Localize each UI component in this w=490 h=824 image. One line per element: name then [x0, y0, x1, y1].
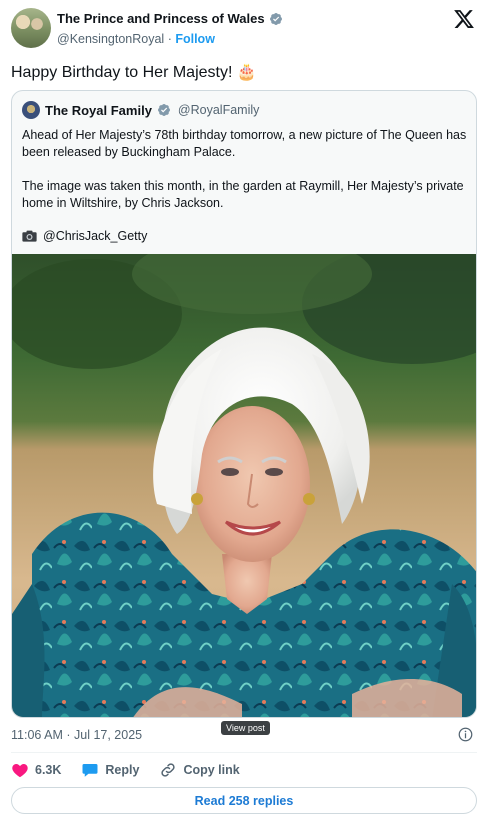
copy-link-button[interactable]: Copy link: [159, 761, 240, 779]
action-bar: 6.3K Reply Copy link: [11, 760, 240, 780]
divider: [11, 752, 477, 753]
photo-credit-handle[interactable]: @ChrisJack_Getty: [43, 229, 147, 243]
author-handle-line: @KensingtonRoyal · Follow: [57, 32, 215, 46]
x-logo-icon[interactable]: [453, 8, 475, 30]
copy-link-label: Copy link: [183, 763, 240, 777]
photo-credit: @ChrisJack_Getty: [22, 229, 147, 243]
author-name-line: The Prince and Princess of Wales: [57, 11, 283, 26]
tweet-header: The Prince and Princess of Wales @Kensin…: [11, 8, 479, 52]
quoted-author-avatar: [22, 101, 40, 119]
quoted-author-name: The Royal Family: [45, 102, 152, 118]
quoted-paragraph-1: Ahead of Her Majesty’s 78th birthday tom…: [22, 128, 467, 159]
quoted-tweet-body: Ahead of Her Majesty’s 78th birthday tom…: [22, 127, 470, 229]
author-handle[interactable]: @KensingtonRoyal: [57, 32, 164, 46]
author-name[interactable]: The Prince and Princess of Wales: [57, 11, 265, 26]
quoted-tweet[interactable]: The Royal Family @RoyalFamily Ahead of H…: [11, 90, 477, 718]
tweet-text: Happy Birthday to Her Majesty! 🎂: [11, 64, 257, 81]
read-replies-label: Read 258 replies: [194, 793, 294, 808]
reply-label: Reply: [105, 763, 140, 777]
camera-icon: [22, 230, 37, 242]
info-icon[interactable]: [458, 727, 473, 742]
portrait-photo[interactable]: [12, 254, 477, 718]
view-post-tooltip: View post: [221, 721, 270, 735]
quoted-author-handle: @RoyalFamily: [177, 103, 260, 117]
like-button[interactable]: 6.3K: [11, 761, 61, 779]
reply-bubble-icon: [82, 764, 98, 777]
heart-icon: [12, 764, 28, 778]
verified-badge-icon: [157, 104, 170, 116]
like-count: 6.3K: [35, 763, 62, 777]
link-icon: [161, 763, 176, 777]
author-avatar[interactable]: [11, 8, 51, 48]
read-replies-button[interactable]: Read 258 replies: [11, 787, 477, 814]
quoted-paragraph-2: The image was taken this month, in the g…: [22, 179, 464, 210]
verified-badge-icon: [269, 12, 282, 25]
handle-separator: ·: [167, 32, 172, 46]
follow-button[interactable]: Follow: [175, 32, 215, 46]
reply-button[interactable]: Reply: [81, 761, 139, 779]
timestamp[interactable]: 11:06 AM · Jul 17, 2025: [11, 728, 142, 742]
quoted-tweet-header: The Royal Family @RoyalFamily: [22, 101, 259, 119]
